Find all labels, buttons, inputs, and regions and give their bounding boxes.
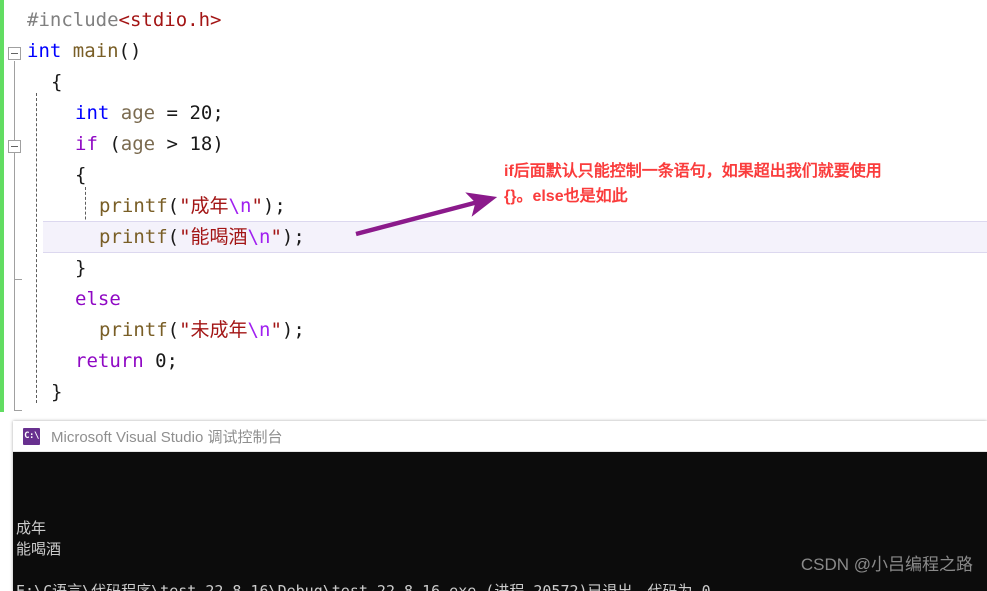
code-token: printf	[99, 226, 168, 248]
code-token: 20	[189, 102, 213, 124]
code-token: age	[120, 102, 156, 124]
code-token: "	[270, 319, 282, 341]
code-token: printf	[99, 195, 168, 217]
code-token: (	[97, 133, 121, 155]
code-token: {	[75, 164, 87, 186]
code-token: (	[167, 319, 180, 341]
code-line[interactable]: printf("能喝酒\n");	[0, 222, 305, 253]
code-token: )	[212, 133, 224, 155]
code-token: ;	[166, 350, 178, 372]
code-line[interactable]: {	[0, 160, 86, 191]
code-token: 0	[155, 350, 167, 372]
code-token: "未成年	[179, 319, 248, 341]
code-token: );	[262, 195, 286, 217]
console-output-line: E:\C语言\代码程序\test-22-8-16\Debug\test-22-8…	[16, 582, 726, 591]
console-titlebar[interactable]: C:\ Microsoft Visual Studio 调试控制台	[13, 421, 987, 452]
code-token: <stdio.h>	[118, 9, 222, 31]
code-line[interactable]: if (age > 18)	[0, 129, 224, 160]
code-token: ;	[212, 102, 224, 124]
annotation-line-1: if后面默认只能控制一条语句，如果超出我们就要使用	[504, 163, 882, 180]
code-token: }	[51, 381, 63, 403]
console-output[interactable]: 成年 能喝酒 E:\C语言\代码程序\test-22-8-16\Debug\test…	[13, 452, 987, 591]
code-line[interactable]: #include<stdio.h>	[0, 5, 221, 36]
code-line[interactable]: printf("未成年\n");	[0, 315, 305, 346]
console-title-label: Microsoft Visual Studio 调试控制台	[51, 428, 283, 446]
code-token: 18	[189, 133, 213, 155]
code-token: "	[270, 226, 282, 248]
code-token: \n	[247, 226, 271, 248]
code-token: \n	[228, 195, 252, 217]
code-line[interactable]: }	[0, 377, 62, 408]
code-token: {	[51, 71, 63, 93]
code-line[interactable]: return 0;	[0, 346, 178, 377]
code-token: "能喝酒	[179, 226, 248, 248]
annotation-arrow-icon	[355, 192, 498, 237]
code-token: >	[155, 133, 190, 155]
visual-studio-console-icon: C:\	[23, 427, 40, 445]
code-token: "成年	[179, 195, 229, 217]
console-output-line: 成年	[16, 519, 47, 537]
code-token: ()	[118, 40, 142, 62]
code-token: printf	[99, 319, 168, 341]
code-token: else	[75, 288, 121, 310]
code-line[interactable]: else	[0, 284, 121, 315]
code-token: );	[281, 319, 305, 341]
code-token: int	[27, 40, 62, 62]
code-token: =	[155, 102, 190, 124]
code-token: (	[167, 195, 180, 217]
code-token: "	[251, 195, 263, 217]
annotation-text: if后面默认只能控制一条语句，如果超出我们就要使用 {}。else也是如此	[504, 159, 982, 209]
code-token: }	[75, 257, 87, 279]
code-line[interactable]: int age = 20;	[0, 98, 224, 129]
code-token: #include	[27, 9, 119, 31]
code-editor[interactable]: #include<stdlib.h> #include<stdio.h>int …	[0, 0, 987, 417]
code-token: int	[75, 102, 110, 124]
code-token: (	[167, 226, 180, 248]
watermark-label: CSDN @小吕编程之路	[800, 555, 973, 574]
code-token: return	[75, 350, 144, 372]
code-token: age	[120, 133, 156, 155]
code-token: main	[72, 40, 119, 62]
annotation-line-2: {}。else也是如此	[504, 188, 628, 205]
code-line[interactable]: }	[0, 253, 86, 284]
code-token: \n	[247, 319, 271, 341]
code-line[interactable]: int main()	[0, 36, 141, 67]
code-line[interactable]: printf("成年\n");	[0, 191, 286, 222]
code-token: );	[281, 226, 305, 248]
code-line[interactable]: {	[0, 67, 62, 98]
debug-console-window[interactable]: C:\ Microsoft Visual Studio 调试控制台 成年 能喝酒 E…	[13, 421, 987, 591]
code-token: if	[75, 133, 98, 155]
